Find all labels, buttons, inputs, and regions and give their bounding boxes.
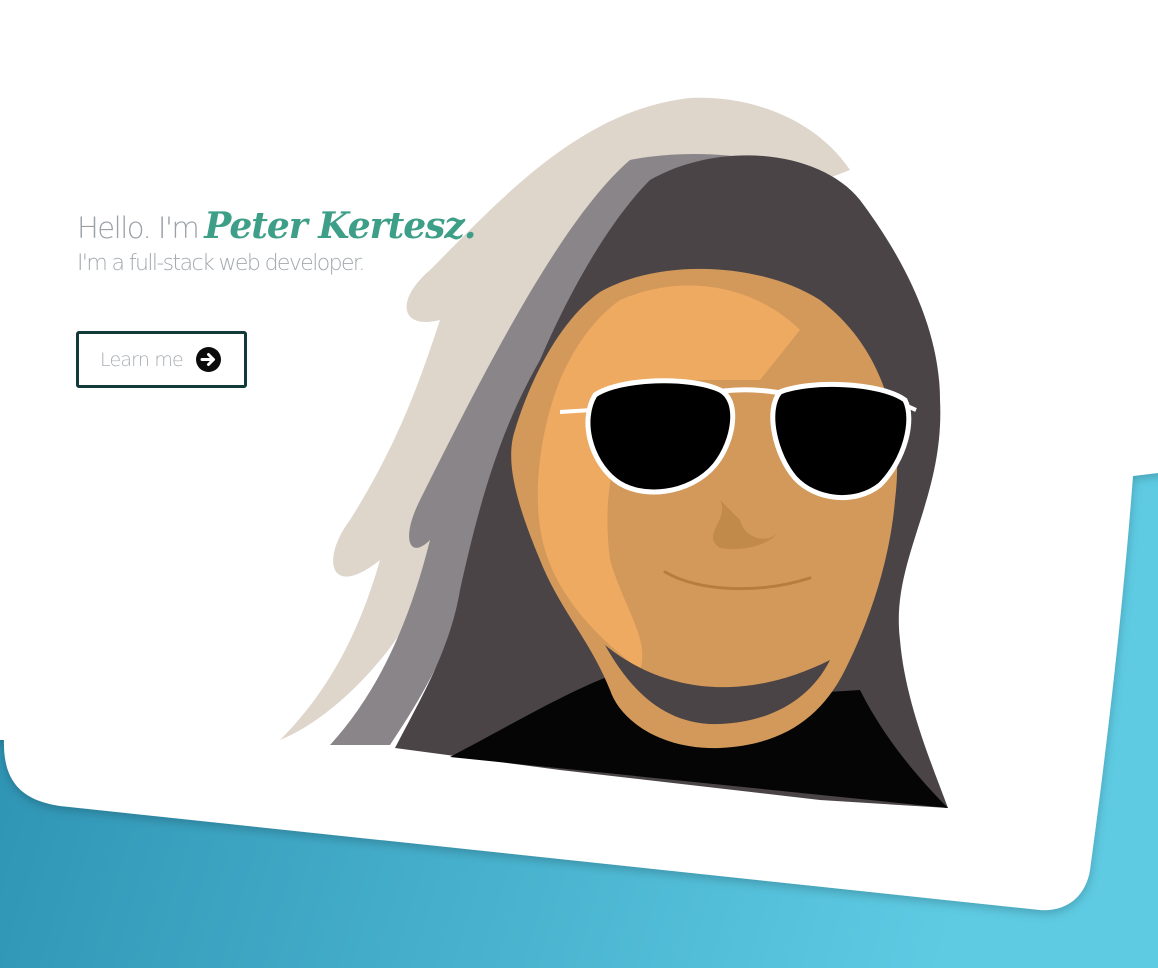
hero-text-block: Hello. I'm Peter Kertesz. I'm a full-sta…: [77, 205, 497, 276]
hero-tagline: I'm a full-stack web developer.: [77, 251, 365, 276]
learn-me-button[interactable]: Learn me: [76, 331, 247, 388]
hero-page: Hello. I'm Peter Kertesz. I'm a full-sta…: [0, 0, 1158, 968]
hero-greeting: Hello. I'm Peter Kertesz.: [77, 205, 497, 247]
greeting-text: Hello. I'm: [77, 211, 200, 245]
portrait-illustration: [280, 97, 948, 808]
learn-me-label: Learn me: [100, 348, 184, 371]
arrow-circle-right-icon: [195, 346, 222, 373]
developer-name: Peter Kertesz.: [204, 205, 476, 247]
